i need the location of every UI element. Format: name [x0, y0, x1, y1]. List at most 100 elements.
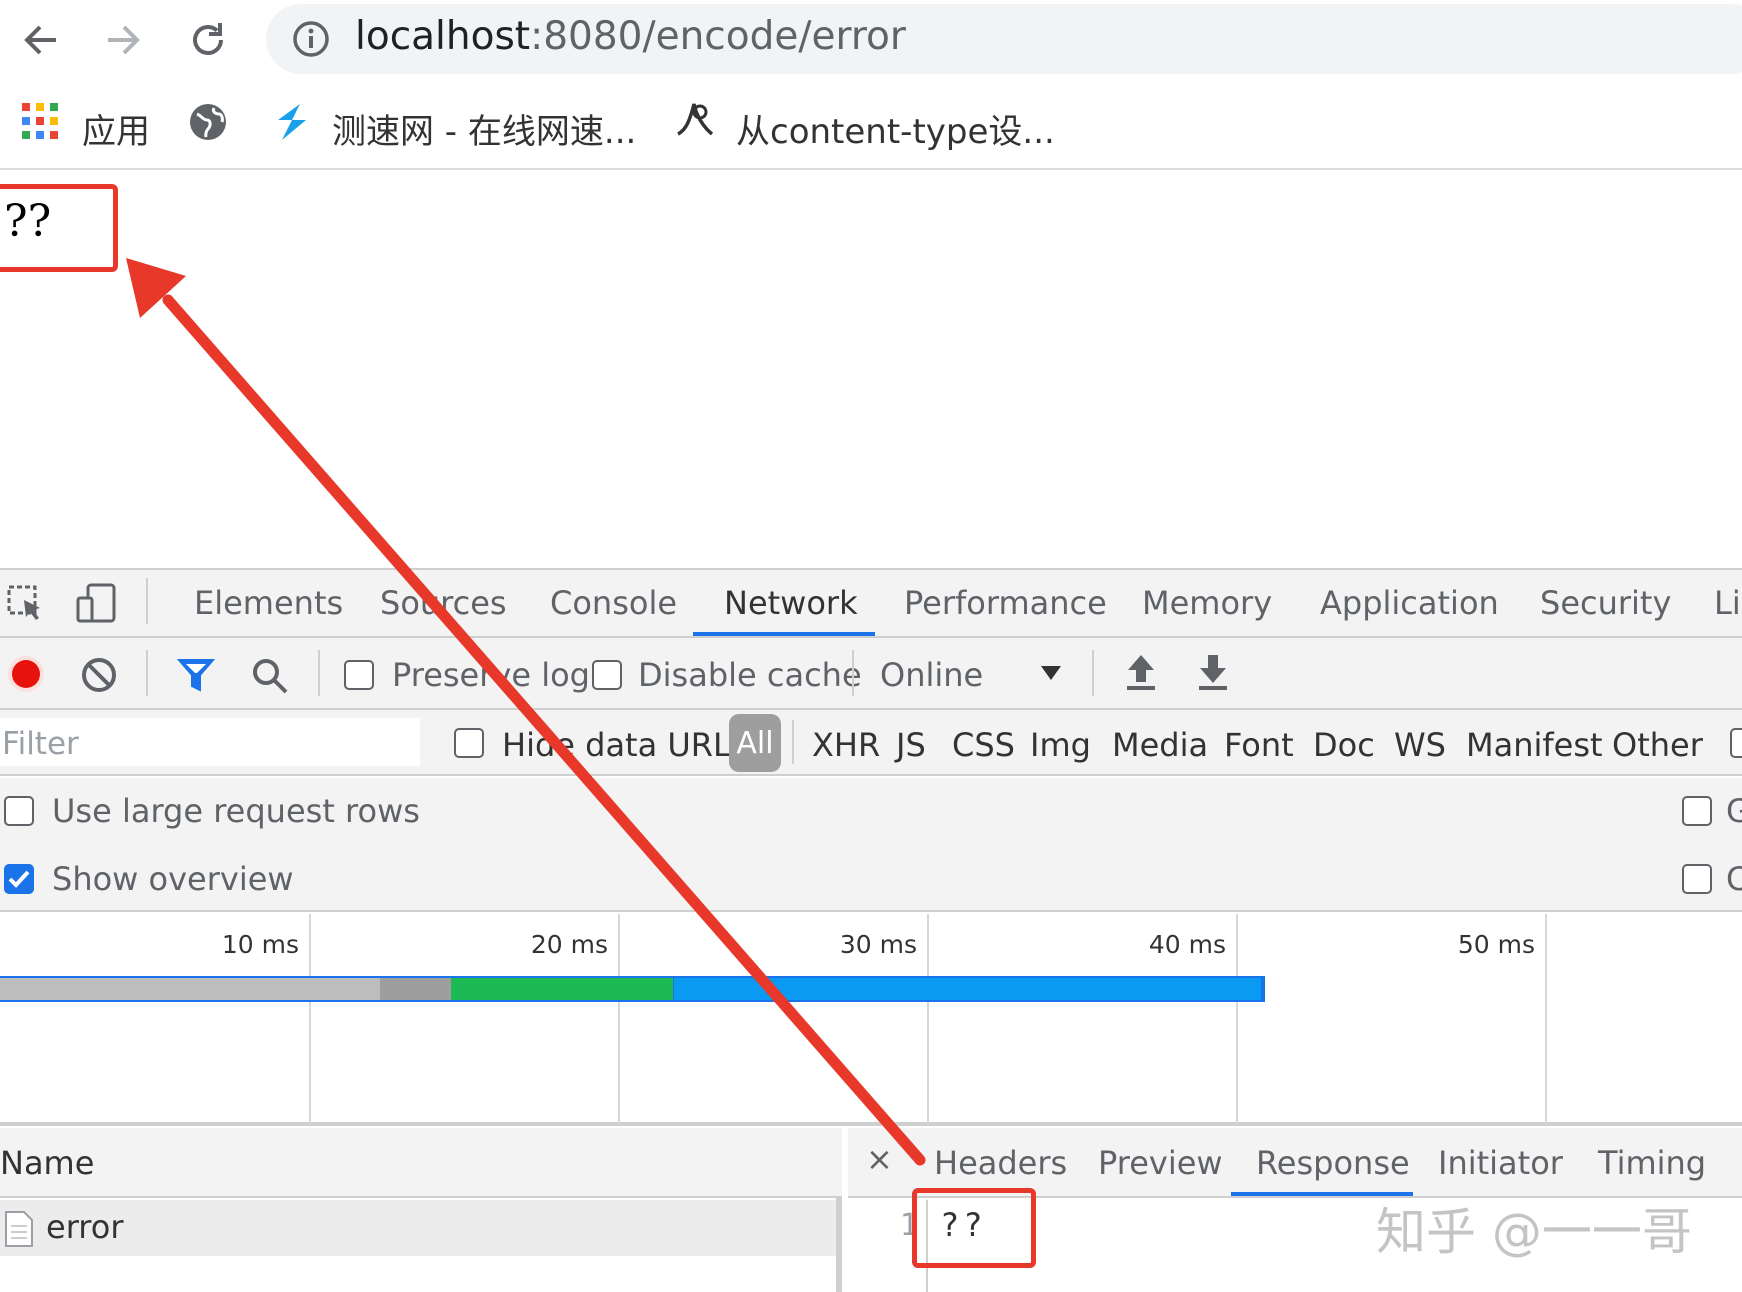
tab-sources[interactable]: Sources	[380, 584, 507, 622]
preserve-log-checkbox[interactable]	[344, 660, 374, 690]
reload-button[interactable]	[180, 12, 236, 68]
filter-all-button[interactable]: All	[729, 714, 781, 772]
toolbar-separator	[852, 650, 854, 696]
hide-data-urls-label: Hide data URLs	[502, 726, 748, 764]
timeline-tick-label: 10 ms	[221, 930, 299, 959]
timeline-bar-waiting	[451, 978, 673, 1000]
bookmark-apps[interactable]: 应用	[82, 104, 150, 153]
name-header-label: Name	[0, 1144, 95, 1182]
filter-doc[interactable]: Doc	[1313, 726, 1375, 764]
request-name[interactable]: error	[46, 1208, 123, 1246]
large-rows-label: Use large request rows	[52, 792, 420, 830]
filter-other[interactable]: Other	[1612, 726, 1703, 764]
forward-button[interactable]	[96, 12, 152, 68]
filter-xhr[interactable]: XHR	[812, 726, 880, 764]
filter-manifest[interactable]: Manifest	[1466, 726, 1603, 764]
filter-icon[interactable]	[176, 656, 216, 698]
chevron-down-icon[interactable]	[1040, 664, 1062, 686]
timeline-tick-label: 50 ms	[1457, 930, 1535, 959]
timeline-gridline	[1236, 914, 1238, 1124]
large-rows-checkbox[interactable]	[4, 796, 34, 826]
show-overview-checkbox[interactable]	[4, 864, 34, 894]
url-path: :8080/encode/error	[530, 14, 906, 59]
checkmark-icon	[8, 870, 30, 888]
inspect-element-icon[interactable]	[6, 584, 46, 628]
back-arrow-icon	[24, 25, 56, 55]
timeline-gridline	[309, 914, 311, 1124]
tab-network[interactable]: Network	[724, 584, 858, 622]
filter-separator	[792, 720, 794, 764]
close-icon[interactable]: ×	[866, 1140, 893, 1178]
search-icon[interactable]	[250, 656, 290, 700]
tab-headers[interactable]: Headers	[934, 1144, 1067, 1182]
timeline-gridline	[927, 914, 929, 1124]
show-overview-label: Show overview	[52, 860, 294, 898]
tab-response[interactable]: Response	[1256, 1144, 1410, 1182]
tab-performance[interactable]: Performance	[904, 584, 1107, 622]
forward-arrow-icon	[108, 25, 140, 55]
bookmark-content-type[interactable]: 从content-type设...	[736, 104, 1055, 153]
record-icon[interactable]	[6, 654, 46, 698]
tab-separator	[146, 578, 148, 624]
url-host: localhost	[355, 14, 531, 59]
tab-lighthouse[interactable]: Li	[1714, 584, 1741, 622]
tab-security[interactable]: Security	[1540, 584, 1671, 622]
filter-placeholder: Filter	[2, 726, 79, 762]
info-icon[interactable]	[292, 20, 330, 62]
annotation-box-response	[912, 1188, 1036, 1268]
capture-screenshots-checkbox[interactable]	[1682, 864, 1712, 894]
clear-icon[interactable]	[80, 656, 118, 698]
tab-initiator[interactable]: Initiator	[1438, 1144, 1563, 1182]
filter-font[interactable]: Font	[1224, 726, 1294, 764]
throttling-select[interactable]: Online	[880, 656, 983, 694]
timeline-tick-label: 30 ms	[839, 930, 917, 959]
speedtest-icon[interactable]	[270, 100, 314, 148]
blocked-requests-checkbox[interactable]	[1730, 728, 1742, 758]
tab-console[interactable]: Console	[550, 584, 677, 622]
filter-css[interactable]: CSS	[952, 726, 1015, 764]
capture-screenshots-label: C	[1726, 860, 1742, 898]
tab-elements[interactable]: Elements	[194, 584, 343, 622]
group-by-frame-checkbox[interactable]	[1682, 796, 1712, 826]
bookmark-site-icon[interactable]	[674, 98, 716, 146]
globe-icon[interactable]	[188, 102, 228, 146]
active-tab-indicator	[693, 632, 875, 636]
timeline-tick-label: 20 ms	[530, 930, 608, 959]
tab-application[interactable]: Application	[1320, 584, 1499, 622]
timeline-gridline	[1545, 914, 1547, 1124]
table-row[interactable]	[0, 1200, 836, 1256]
filter-ws[interactable]: WS	[1394, 726, 1446, 764]
document-icon	[4, 1210, 34, 1252]
timeline-gridline	[618, 914, 620, 1124]
filter-js[interactable]: JS	[896, 726, 926, 764]
tab-memory[interactable]: Memory	[1142, 584, 1272, 622]
tab-preview[interactable]: Preview	[1098, 1144, 1223, 1182]
bookmark-speedtest[interactable]: 测速网 - 在线网速...	[332, 104, 636, 153]
timeline-bar-download	[674, 978, 1261, 1000]
timeline-bar-queue	[0, 978, 380, 1000]
hide-data-urls-checkbox[interactable]	[454, 728, 484, 758]
import-har-icon[interactable]	[1124, 652, 1158, 696]
timeline-tick-label: 40 ms	[1148, 930, 1226, 959]
tab-timing[interactable]: Timing	[1598, 1144, 1706, 1182]
toolbar-separator	[1092, 650, 1094, 696]
watermark: 知乎 @一一哥	[1376, 1203, 1692, 1261]
preserve-log-label: Preserve log	[392, 656, 590, 694]
reload-icon	[193, 23, 223, 55]
disable-cache-checkbox[interactable]	[592, 660, 622, 690]
annotation-box-page	[0, 184, 118, 272]
device-toolbar-icon[interactable]	[76, 582, 118, 628]
export-har-icon[interactable]	[1196, 652, 1230, 696]
back-button[interactable]	[12, 12, 68, 68]
disable-cache-label: Disable cache	[638, 656, 862, 694]
filter-media[interactable]: Media	[1112, 726, 1208, 764]
toolbar-separator	[146, 650, 148, 696]
group-by-frame-label: G	[1726, 792, 1742, 830]
timeline-bar-stall	[380, 978, 451, 1000]
name-column-header[interactable]	[0, 1128, 842, 1198]
filter-img[interactable]: Img	[1030, 726, 1091, 764]
toolbar-separator	[318, 650, 320, 696]
apps-grid-icon[interactable]	[22, 103, 58, 143]
page-viewport	[0, 172, 1742, 567]
url-text[interactable]: localhost:8080/encode/error	[355, 14, 906, 59]
